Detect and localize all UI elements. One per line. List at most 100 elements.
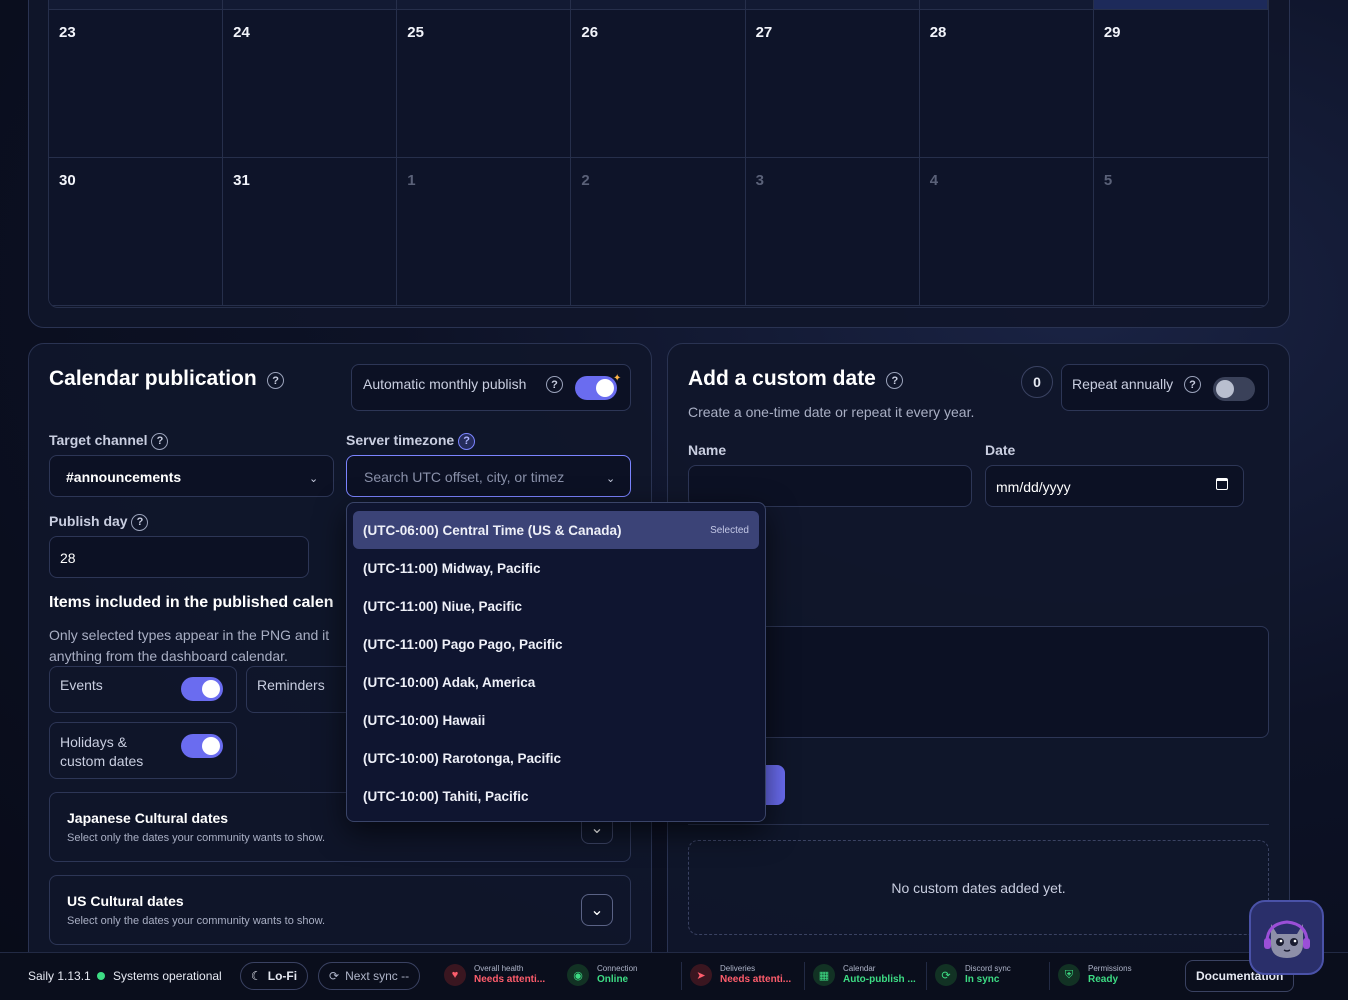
holidays-toggle[interactable] [181, 734, 223, 758]
calendar-prev-row [1093, 0, 1268, 10]
status-dot-icon [97, 972, 105, 980]
chevron-down-icon[interactable]: ⌄ [581, 894, 613, 926]
timezone-option[interactable]: (UTC-11:00) Niue, Pacific [353, 587, 759, 625]
publish-day-label: Publish day ? [49, 513, 149, 531]
help-icon[interactable]: ? [131, 513, 149, 531]
us-dates-title: US Cultural dates [67, 893, 184, 909]
timezone-option[interactable]: (UTC-10:00) Rarotonga, Pacific [353, 739, 759, 777]
selected-badge: Selected [710, 524, 749, 536]
heart-icon: ♥ [444, 964, 466, 986]
help-icon[interactable]: ? [1184, 376, 1201, 393]
calendar-status-label: Calendar [843, 964, 876, 973]
calendar-day[interactable]: 29 [1093, 10, 1268, 158]
sparkle-icon: ✦ [613, 373, 622, 384]
timezone-option[interactable]: (UTC-11:00) Pago Pago, Pacific [353, 625, 759, 663]
calendar-day-next-month[interactable]: 1 [397, 158, 572, 306]
custom-date-title-row: Add a custom date ? [688, 367, 904, 391]
repeat-annually-toggle[interactable] [1213, 377, 1255, 401]
discord-sync-label: Discord sync [965, 964, 1011, 973]
help-icon[interactable]: ? [546, 376, 563, 393]
timezone-option[interactable]: (UTC-06:00) Central Time (US & Canada) Se… [353, 511, 759, 549]
custom-date-count: 0 [1021, 366, 1053, 398]
divider [1049, 962, 1050, 990]
overall-health-label: Overall health [474, 964, 524, 973]
connection-status[interactable]: ◉ Connection Online [567, 964, 637, 986]
version-label: Saily 1.13.1 [28, 969, 91, 983]
date-placeholder: mm/dd/yyyy [996, 479, 1071, 495]
name-input[interactable] [688, 465, 972, 507]
help-icon[interactable]: ? [886, 372, 904, 390]
cat-mascot-icon [1263, 919, 1310, 958]
calendar-status[interactable]: ▦ Calendar Auto-publish ... [813, 964, 916, 986]
permissions-status[interactable]: ⛨ Permissions Ready [1058, 964, 1132, 986]
send-icon: ➤ [690, 964, 712, 986]
permissions-label: Permissions [1088, 964, 1132, 973]
calendar-day[interactable]: 23 [49, 10, 224, 158]
divider [926, 962, 927, 990]
next-sync-label: Next sync -- [345, 969, 410, 983]
sync-icon: ⟳ [935, 964, 957, 986]
help-icon[interactable]: ? [151, 432, 169, 450]
timezone-option[interactable]: (UTC-10:00) Tahiti, Pacific [353, 777, 759, 815]
lofi-label: Lo-Fi [267, 969, 298, 983]
publication-title: Calendar publication [49, 367, 257, 390]
us-dates-desc: Select only the dates your community wan… [67, 915, 326, 927]
overall-health-status[interactable]: ♥ Overall health Needs attenti... [444, 964, 545, 986]
calendar-day[interactable]: 30 [49, 158, 224, 306]
shield-icon: ⛨ [1058, 964, 1080, 986]
calendar-prev-row [223, 0, 398, 10]
deliveries-status[interactable]: ➤ Deliveries Needs attenti... [690, 964, 791, 986]
calendar-prev-row [571, 0, 746, 10]
connection-label: Connection [597, 964, 638, 973]
systems-status: Systems operational [97, 969, 222, 983]
us-dates-accordion[interactable] [49, 875, 631, 945]
events-toggle[interactable] [181, 677, 223, 701]
calendar-status-value: Auto-publish ... [843, 974, 916, 985]
calendar-grid: 23 24 25 26 27 28 29 30 31 1 2 3 4 5 [48, 0, 1269, 308]
notes-textarea[interactable] [688, 626, 1269, 738]
calendar-prev-row [49, 0, 224, 10]
calendar-day-next-month[interactable]: 3 [745, 158, 920, 306]
publish-day-input[interactable] [49, 536, 309, 578]
calendar-icon[interactable] [1216, 478, 1228, 490]
calendar-day-next-month[interactable]: 5 [1093, 158, 1268, 306]
holidays-label: Holidays & custom dates [60, 734, 144, 769]
help-icon[interactable]: ? [458, 432, 476, 450]
reminders-label: Reminders [257, 677, 325, 693]
calendar-day[interactable]: 31 [223, 158, 398, 306]
items-heading: Items included in the published calen [49, 594, 334, 611]
calendar-day-next-month[interactable]: 4 [919, 158, 1094, 306]
timezone-option[interactable]: (UTC-10:00) Hawaii [353, 701, 759, 739]
publish-day-value: 28 [60, 550, 76, 566]
calendar-day[interactable]: 28 [919, 10, 1094, 158]
calendar-day[interactable]: 27 [745, 10, 920, 158]
japanese-dates-title: Japanese Cultural dates [67, 810, 229, 826]
timezone-option[interactable]: (UTC-11:00) Midway, Pacific [353, 549, 759, 587]
calendar-day[interactable]: 26 [571, 10, 746, 158]
calendar-day[interactable]: 24 [223, 10, 398, 158]
timezone-option[interactable]: (UTC-10:00) Adak, America [353, 663, 759, 701]
divider [681, 962, 682, 990]
next-sync-button[interactable]: ⟳ Next sync -- [318, 962, 421, 990]
custom-date-title: Add a custom date [688, 367, 876, 390]
lofi-button[interactable]: ☾ Lo-Fi [240, 962, 309, 990]
events-label: Events [60, 677, 103, 693]
help-icon[interactable]: ? [267, 372, 285, 390]
target-channel-value: #announcements [66, 469, 182, 485]
discord-sync-status[interactable]: ⟳ Discord sync In sync [935, 964, 1011, 986]
name-label: Name [688, 442, 727, 458]
divider [688, 824, 1269, 825]
publication-title-row: Calendar publication ? [49, 367, 285, 391]
connection-value: Online [597, 974, 629, 985]
calendar-day[interactable]: 25 [397, 10, 572, 158]
mascot-avatar[interactable] [1249, 900, 1324, 975]
timezone-placeholder: Search UTC offset, city, or timez [364, 469, 565, 485]
calendar-prev-row [745, 0, 920, 10]
timezone-dropdown: (UTC-06:00) Central Time (US & Canada) Se… [346, 502, 766, 822]
auto-publish-toggle[interactable] [575, 376, 617, 400]
chevron-down-icon: ⌄ [606, 473, 616, 485]
repeat-annually-label: Repeat annually [1072, 376, 1174, 392]
empty-state: No custom dates added yet. [688, 840, 1269, 935]
calendar-prev-row [397, 0, 572, 10]
calendar-day-next-month[interactable]: 2 [571, 158, 746, 306]
